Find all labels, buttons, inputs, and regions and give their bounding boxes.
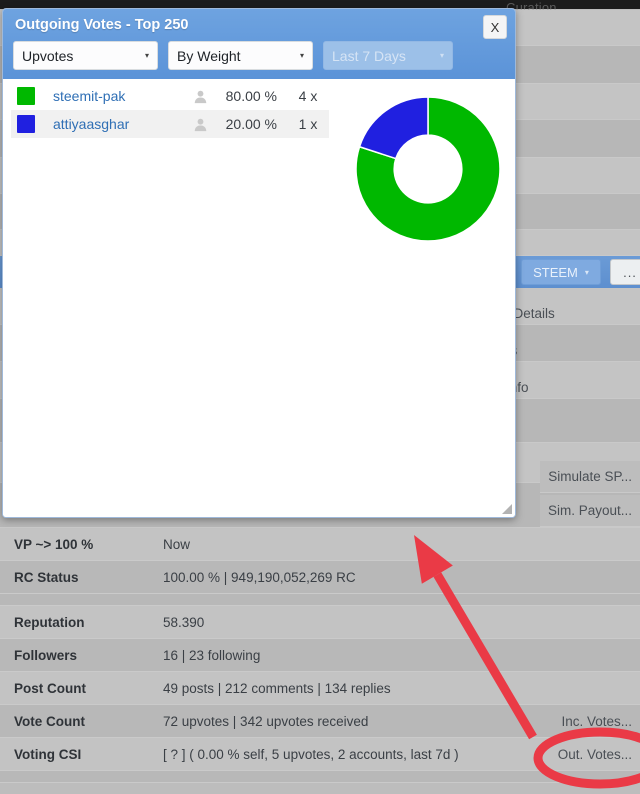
row-key: Followers: [14, 647, 78, 663]
account-info-table: VP ~> 100 % Now RC Status 100.00 % | 949…: [0, 528, 640, 783]
table-spacer-row: [0, 594, 640, 606]
table-row: Followers 16 | 23 following: [0, 639, 640, 672]
voter-count: 4 x: [298, 88, 318, 104]
outgoing-votes-dialog: Outgoing Votes - Top 250 X Upvotes ▾ By …: [2, 8, 516, 518]
table-row: Reputation 58.390: [0, 606, 640, 639]
steem-token-selector[interactable]: STEEM ▾: [521, 259, 601, 285]
table-row: RC Status 100.00 % | 949,190,052,269 RC: [0, 561, 640, 594]
avatar: [183, 117, 217, 132]
vote-type-select[interactable]: Upvotes ▾: [13, 41, 158, 70]
row-value: Now: [163, 536, 191, 552]
voter-percent: 80.00 %: [225, 88, 277, 104]
sim-payout-label: Sim. Payout...: [547, 503, 632, 518]
row-value: 49 posts | 212 comments | 134 replies: [163, 680, 391, 696]
series-color-swatch: [17, 115, 35, 133]
donut-slice-attiyaasghar: [358, 96, 429, 160]
close-label: X: [490, 19, 500, 35]
chevron-down-icon: ▾: [299, 51, 304, 60]
time-range-value: Last 7 Days: [332, 47, 406, 64]
table-spacer-row: [0, 771, 640, 783]
table-row: Vote Count 72 upvotes | 342 upvotes rece…: [0, 705, 640, 738]
outgoing-votes-label: Out. Votes...: [557, 746, 632, 762]
table-row: VP ~> 100 % Now: [0, 528, 640, 561]
list-item[interactable]: steemit-pak 80.00 % 4 x: [11, 82, 329, 110]
more-options-button[interactable]: ...: [610, 259, 640, 285]
row-key: Reputation: [14, 614, 85, 630]
outgoing-votes-button[interactable]: Out. Votes...: [550, 738, 640, 770]
sort-order-value: By Weight: [177, 47, 241, 64]
voter-name[interactable]: attiyaasghar: [53, 116, 183, 132]
dialog-header: Outgoing Votes - Top 250 X Upvotes ▾ By …: [3, 9, 515, 79]
row-key: RC Status: [14, 569, 79, 585]
chevron-down-icon: ▾: [439, 51, 444, 60]
row-key: VP ~> 100 %: [14, 536, 94, 552]
dialog-title: Outgoing Votes - Top 250: [15, 17, 189, 33]
time-range-select: Last 7 Days ▾: [323, 41, 453, 70]
more-label: ...: [623, 264, 637, 280]
series-color-swatch: [17, 87, 35, 105]
voter-percent: 20.00 %: [225, 116, 277, 132]
row-key: Vote Count: [14, 713, 85, 729]
resize-handle[interactable]: [499, 501, 513, 515]
sort-order-select[interactable]: By Weight ▾: [168, 41, 313, 70]
row-key: Post Count: [14, 680, 86, 696]
row-value: 58.390: [163, 614, 205, 630]
simulate-sp-button[interactable]: Simulate SP...: [540, 461, 640, 493]
sim-payout-button[interactable]: Sim. Payout...: [539, 495, 640, 527]
row-value: 16 | 23 following: [163, 647, 261, 663]
close-icon[interactable]: X: [483, 15, 507, 39]
dialog-filter-bar: Upvotes ▾ By Weight ▾ Last 7 Days ▾: [13, 41, 453, 70]
chevron-down-icon: ▾: [584, 267, 589, 277]
avatar: [183, 89, 217, 104]
row-key: Voting CSI: [14, 746, 82, 762]
vote-list: steemit-pak 80.00 % 4 x attiyaasghar 20.…: [11, 82, 329, 138]
voter-count: 1 x: [298, 116, 318, 132]
incoming-votes-button[interactable]: Inc. Votes...: [553, 705, 640, 737]
table-row: Post Count 49 posts | 212 comments | 134…: [0, 672, 640, 705]
chevron-down-icon: ▾: [144, 51, 149, 60]
table-row: Voting CSI [ ? ] ( 0.00 % self, 5 upvote…: [0, 738, 640, 771]
simulate-sp-label: Simulate SP...: [548, 469, 632, 484]
vote-type-value: Upvotes: [22, 47, 74, 64]
incoming-votes-label: Inc. Votes...: [561, 713, 632, 729]
row-value: 100.00 % | 949,190,052,269 RC: [163, 569, 356, 585]
list-item[interactable]: attiyaasghar 20.00 % 1 x: [11, 110, 329, 138]
votes-donut-chart: [343, 89, 513, 249]
voter-name[interactable]: steemit-pak: [53, 88, 183, 104]
steem-label: STEEM: [533, 264, 578, 280]
dialog-body: steemit-pak 80.00 % 4 x attiyaasghar 20.…: [3, 79, 515, 517]
